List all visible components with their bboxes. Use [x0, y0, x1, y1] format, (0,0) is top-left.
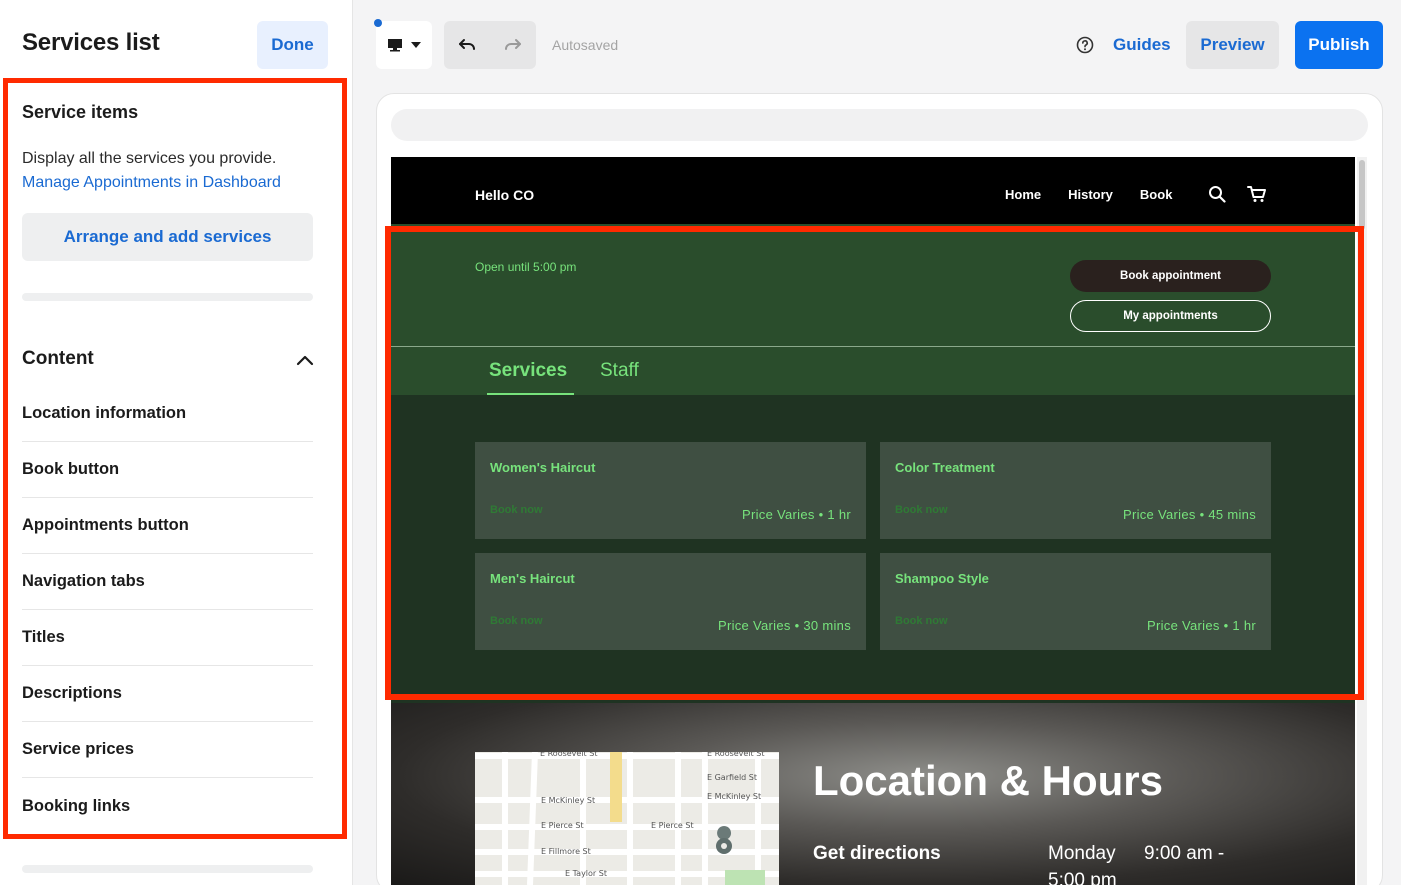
- service-name: Shampoo Style: [895, 571, 989, 586]
- site-nav-book[interactable]: Book: [1140, 187, 1173, 202]
- section-description: Display all the services you provide.: [22, 150, 277, 167]
- site-nav-history[interactable]: History: [1068, 187, 1113, 202]
- help-icon[interactable]: [1076, 36, 1094, 54]
- book-now-link[interactable]: Book now: [490, 615, 543, 627]
- content-item-titles[interactable]: Titles: [22, 610, 313, 666]
- content-item-book-button[interactable]: Book button: [22, 442, 313, 498]
- svg-text:E Pierce St: E Pierce St: [651, 821, 694, 830]
- service-meta: Price Varies • 1 hr: [1146, 618, 1256, 633]
- service-duration: 1 hr: [827, 507, 851, 522]
- service-name: Women's Haircut: [490, 460, 596, 475]
- service-price: Price Varies: [1122, 507, 1196, 522]
- panel-title: Services list: [22, 29, 160, 56]
- dashboard-link[interactable]: Manage Appointments in Dashboard: [22, 174, 281, 192]
- content-item-location[interactable]: Location information: [22, 386, 313, 442]
- preview-button[interactable]: Preview: [1186, 21, 1279, 69]
- service-duration: 45 mins: [1208, 507, 1256, 522]
- book-now-link[interactable]: Book now: [895, 615, 948, 627]
- section-divider: [22, 865, 313, 873]
- my-appointments-button[interactable]: My appointments: [1070, 300, 1271, 332]
- service-card[interactable]: Men's Haircut Book now Price Varies • 30…: [475, 553, 866, 650]
- preview-scrollbar[interactable]: [1357, 157, 1367, 885]
- service-meta: Price Varies • 30 mins: [717, 618, 851, 633]
- publish-button[interactable]: Publish: [1295, 21, 1383, 69]
- book-now-link[interactable]: Book now: [895, 504, 948, 516]
- cart-icon[interactable]: [1247, 185, 1267, 203]
- site-brand[interactable]: Hello CO: [475, 187, 534, 203]
- scrollbar-thumb[interactable]: [1359, 160, 1365, 230]
- service-meta: Price Varies • 1 hr: [741, 507, 851, 522]
- site-header: Hello CO Home History Book: [391, 157, 1355, 224]
- service-price: Price Varies: [741, 507, 815, 522]
- search-icon[interactable]: [1208, 185, 1226, 203]
- redo-icon: [505, 39, 521, 50]
- hours-start: 9:00 am -: [1144, 843, 1225, 864]
- hours-day: Monday: [1048, 843, 1116, 864]
- location-title: Location & Hours: [813, 757, 1164, 804]
- service-price: Price Varies: [717, 618, 791, 633]
- undo-redo-group: [444, 21, 536, 69]
- status-dot: [374, 19, 382, 27]
- service-card[interactable]: Women's Haircut Book now Price Varies • …: [475, 442, 866, 539]
- undo-icon: [459, 39, 475, 50]
- device-toggle-button[interactable]: [376, 21, 432, 69]
- arrange-services-button[interactable]: Arrange and add services: [22, 213, 313, 261]
- caret-down-icon: [411, 42, 421, 48]
- service-name: Color Treatment: [895, 460, 995, 475]
- chevron-up-icon[interactable]: [296, 353, 314, 367]
- map-image: E Roosevelt St E Roosevelt St E Garfield…: [475, 752, 779, 885]
- guides-link[interactable]: Guides: [1113, 35, 1171, 55]
- service-card[interactable]: Color Treatment Book now Price Varies • …: [880, 442, 1271, 539]
- svg-text:E McKinley St: E McKinley St: [707, 792, 761, 801]
- service-price: Price Varies: [1146, 618, 1220, 633]
- book-appointment-button[interactable]: Book appointment: [1070, 260, 1271, 292]
- content-item-appointments-button[interactable]: Appointments button: [22, 498, 313, 554]
- content-heading: Content: [22, 348, 94, 369]
- done-button[interactable]: Done: [257, 21, 328, 69]
- site-nav-home[interactable]: Home: [1005, 187, 1041, 202]
- undo-button[interactable]: [444, 21, 490, 69]
- preview-url-bar: [391, 109, 1368, 141]
- content-item-navigation-tabs[interactable]: Navigation tabs: [22, 554, 313, 610]
- content-list: Location information Book button Appoint…: [22, 386, 313, 834]
- map-thumbnail[interactable]: E Roosevelt St E Roosevelt St E Garfield…: [475, 752, 779, 885]
- content-item-descriptions[interactable]: Descriptions: [22, 666, 313, 722]
- autosave-status: Autosaved: [552, 37, 619, 53]
- svg-text:E Taylor St: E Taylor St: [565, 869, 607, 878]
- hours-end: 5:00 pm: [1048, 870, 1117, 885]
- left-panel: Services list Done Service items Display…: [0, 0, 353, 885]
- svg-text:E Pierce St: E Pierce St: [541, 821, 584, 830]
- svg-text:E Roosevelt St: E Roosevelt St: [707, 752, 764, 758]
- site-nav-links: Home History Book: [1005, 187, 1172, 202]
- section-heading: Service items: [22, 102, 139, 122]
- svg-text:E Fillmore St: E Fillmore St: [541, 847, 591, 856]
- service-card[interactable]: Shampoo Style Book now Price Varies • 1 …: [880, 553, 1271, 650]
- section-divider: [22, 293, 313, 301]
- service-meta: Price Varies • 45 mins: [1122, 507, 1256, 522]
- open-until-status: Open until 5:00 pm: [475, 260, 577, 274]
- get-directions-link[interactable]: Get directions: [813, 843, 941, 865]
- svg-text:E Garfield St: E Garfield St: [707, 773, 757, 782]
- book-now-link[interactable]: Book now: [490, 504, 543, 516]
- svg-text:E Roosevelt St: E Roosevelt St: [540, 752, 597, 758]
- tab-staff[interactable]: Staff: [600, 360, 639, 382]
- services-grid: Women's Haircut Book now Price Varies • …: [391, 395, 1355, 703]
- service-name: Men's Haircut: [490, 571, 575, 586]
- redo-button[interactable]: [490, 21, 536, 69]
- service-duration: 1 hr: [1232, 618, 1256, 633]
- service-duration: 30 mins: [803, 618, 851, 633]
- svg-text:E McKinley St: E McKinley St: [541, 796, 595, 805]
- desktop-icon: [388, 39, 402, 52]
- tab-services[interactable]: Services: [489, 360, 567, 382]
- content-item-service-prices[interactable]: Service prices: [22, 722, 313, 778]
- content-item-booking-links[interactable]: Booking links: [22, 778, 313, 834]
